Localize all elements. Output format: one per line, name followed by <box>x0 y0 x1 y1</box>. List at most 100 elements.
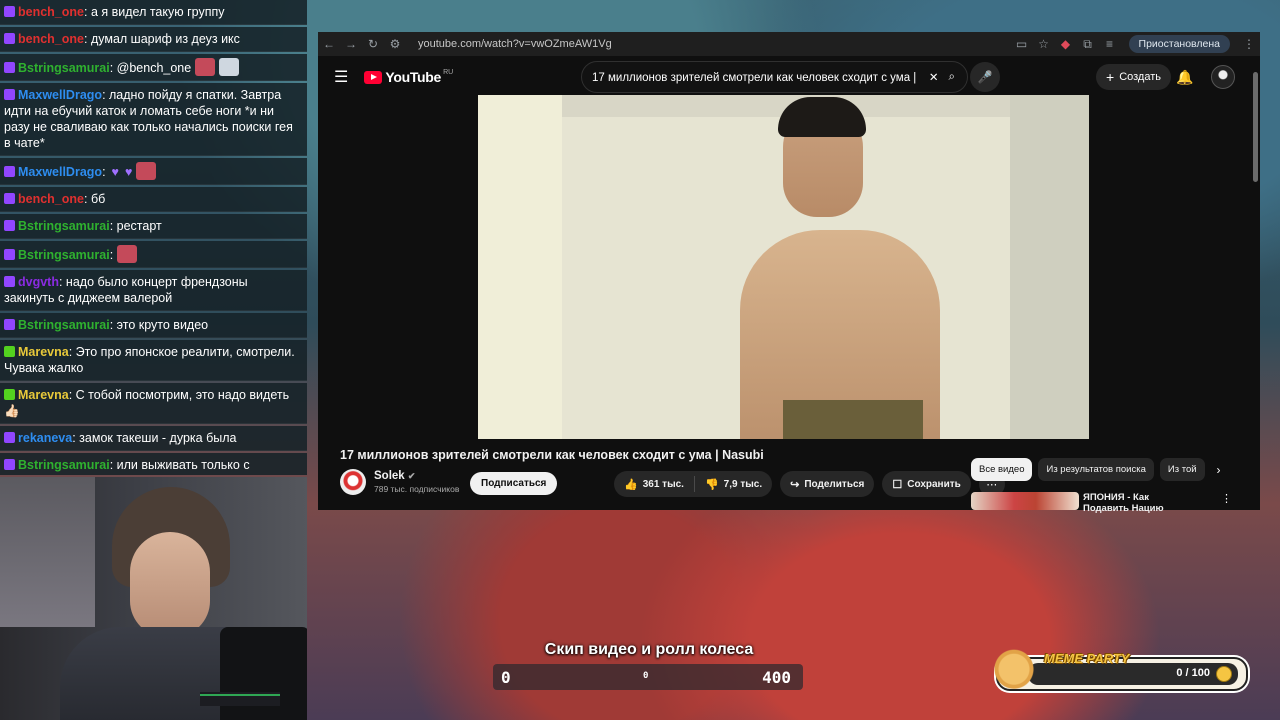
chat-username[interactable]: Bstringsamurai <box>18 219 110 233</box>
kebab-menu-icon[interactable]: ⋮ <box>1238 37 1260 51</box>
chat-emote-icon <box>117 245 138 263</box>
like-count: 361 тыс. <box>642 478 684 490</box>
video-actions: 👍 361 тыс. 👎 7,9 тыс. ↪ Поделиться ☐ Сох… <box>614 471 1005 497</box>
share-label: Поделиться <box>804 478 865 490</box>
chat-message: bench_one: а я видел такую группу <box>0 0 307 25</box>
reading-list-icon[interactable]: ≡ <box>1099 37 1121 51</box>
chat-text: : @bench_one <box>109 61 192 75</box>
recommended-title[interactable]: ЯПОНИЯ - Как Подавить Нацию <box>1083 492 1193 514</box>
dislike-button[interactable]: 👎 7,9 тыс. <box>695 471 772 497</box>
recommended-menu-icon[interactable]: ⋮ <box>1221 492 1232 514</box>
channel-name[interactable]: Solek <box>374 470 405 482</box>
page-scrollbar[interactable] <box>1253 72 1258 182</box>
search-input[interactable]: 17 миллионов зрителей смотрели как челов… <box>592 70 919 84</box>
channel-info: Solek ✔ 789 тыс. подписчиков <box>340 469 459 495</box>
chat-username[interactable]: Marevna <box>18 388 69 402</box>
video-person-shorts <box>783 400 923 439</box>
chat-message: Bstringsamurai: <box>0 241 307 268</box>
meme-party-value: 0 / 100 <box>1176 667 1210 679</box>
chat-text: : <box>109 248 114 262</box>
create-label: Создать <box>1119 71 1161 83</box>
recommended-video[interactable]: ЯПОНИЯ - Как Подавить Нацию ⋮ <box>971 492 1232 514</box>
bookmark-star-icon[interactable]: ☆ <box>1033 37 1055 51</box>
site-info-icon[interactable]: ⚙ <box>384 37 406 51</box>
video-title: 17 миллионов зрителей смотрели как челов… <box>340 448 764 462</box>
search-box[interactable]: 17 миллионов зрителей смотрели как челов… <box>581 61 968 93</box>
chat-username[interactable]: Bstringsamurai <box>18 61 110 75</box>
chat-username[interactable]: MaxwellDrago <box>18 88 102 102</box>
twitch-badge-icon <box>4 319 15 330</box>
chat-text: : замок такеши - дурка была <box>72 431 237 445</box>
thumbs-down-icon: 👎 <box>704 478 719 491</box>
chat-text: : рестарт <box>109 219 162 233</box>
create-button[interactable]: + Создать <box>1096 64 1171 90</box>
browser-window: ← → ↻ ⚙ youtube.com/watch?v=vwOZmeAW1Vg … <box>318 32 1260 514</box>
twitch-badge-icon <box>4 89 15 100</box>
webcam-feed <box>0 477 307 720</box>
back-icon[interactable]: ← <box>318 37 340 51</box>
twitch-badge-icon <box>4 220 15 231</box>
share-button[interactable]: ↪ Поделиться <box>780 471 875 497</box>
chat-username[interactable]: bench_one <box>18 5 84 19</box>
meme-party-widget: MEME PARTY 0 / 100 <box>992 645 1248 691</box>
subscribe-button[interactable]: Подписаться <box>470 472 558 495</box>
like-dislike-group: 👍 361 тыс. 👎 7,9 тыс. <box>614 471 773 497</box>
chat-username[interactable]: dvgvth <box>18 275 59 289</box>
chat-message: MaxwellDrago: ♥ ♥ <box>0 158 307 185</box>
doge-icon <box>992 645 1036 689</box>
twitch-badge-icon <box>4 459 15 470</box>
chat-text: : это круто видео <box>109 318 209 332</box>
wall-posters <box>0 477 95 627</box>
chat-username[interactable]: rekaneva <box>18 431 72 445</box>
plus-icon: + <box>1106 69 1115 85</box>
chat-username[interactable]: Marevna <box>18 345 69 359</box>
account-avatar[interactable] <box>1211 65 1235 89</box>
extensions-puzzle-icon[interactable]: ⧉ <box>1077 37 1099 52</box>
chat-message: Marevna: С тобой посмотрим, это надо вид… <box>0 383 307 424</box>
chip-from-search[interactable]: Из результатов поиска <box>1038 458 1154 481</box>
extension-icon[interactable]: ◆ <box>1055 37 1077 51</box>
chat-username[interactable]: MaxwellDrago <box>18 165 102 179</box>
chip-all-videos[interactable]: Все видео <box>971 458 1033 481</box>
reload-icon[interactable]: ↻ <box>362 37 384 51</box>
microphone <box>220 627 307 720</box>
chat-message: Bstringsamurai: это круто видео <box>0 313 307 338</box>
url-input[interactable]: youtube.com/watch?v=vwOZmeAW1Vg <box>418 38 1011 50</box>
clear-search-icon[interactable]: ✕ <box>929 70 939 84</box>
cast-icon[interactable]: ▭ <box>1011 37 1033 51</box>
youtube-logo[interactable]: YouTube RU <box>364 69 453 85</box>
region-code: RU <box>443 68 454 76</box>
recommended-thumbnail[interactable] <box>971 492 1079 510</box>
chat-username[interactable]: Bstringsamurai <box>18 458 110 472</box>
chat-message: MaxwellDrago: ладно пойду я спатки. Завт… <box>0 83 307 156</box>
chat-message: Bstringsamurai: или выживать только с по… <box>0 453 307 475</box>
like-button[interactable]: 👍 361 тыс. <box>614 471 694 497</box>
search-icon[interactable]: ⌕ <box>949 71 955 84</box>
thumbs-up-icon: 👍 <box>624 478 638 491</box>
chat-emote-icon <box>136 162 157 180</box>
twitch-badge-icon <box>4 249 15 260</box>
chip-from-channel[interactable]: Из той <box>1159 458 1205 481</box>
chat-text: : <box>102 165 106 179</box>
chevron-right-icon[interactable]: › <box>1217 463 1221 477</box>
chat-username[interactable]: Bstringsamurai <box>18 318 110 332</box>
hamburger-menu-icon[interactable]: ☰ <box>334 67 348 87</box>
video-player[interactable] <box>478 95 1089 439</box>
streamer-face <box>130 532 210 637</box>
chat-username[interactable]: bench_one <box>18 192 84 206</box>
chat-message: bench_one: думал шариф из деуз икс <box>0 27 307 52</box>
notifications-bell-icon[interactable]: 🔔 <box>1176 69 1193 86</box>
channel-avatar[interactable] <box>340 469 366 495</box>
heart-emote-icon: ♥ <box>111 165 119 179</box>
youtube-wordmark: YouTube <box>385 69 442 85</box>
voice-search-icon[interactable]: 🎤 <box>970 62 1000 92</box>
youtube-play-icon <box>364 70 383 84</box>
chat-username[interactable]: Bstringsamurai <box>18 248 110 262</box>
twitch-badge-icon <box>4 276 15 287</box>
save-button[interactable]: ☐ Сохранить <box>882 471 971 497</box>
chat-username[interactable]: bench_one <box>18 32 84 46</box>
forward-icon[interactable]: → <box>340 37 362 51</box>
progress-min: 0 <box>501 668 511 687</box>
save-label: Сохранить <box>907 478 961 490</box>
profile-paused-button[interactable]: Приостановлена <box>1128 35 1230 53</box>
